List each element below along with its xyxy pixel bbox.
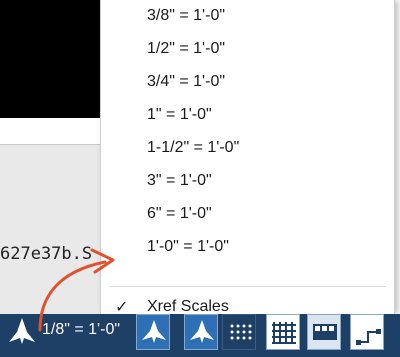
- menu-item-1-scale[interactable]: 1" = 1'-0": [101, 99, 394, 132]
- menu-item-label: 3/8" = 1'-0": [147, 7, 226, 24]
- menu-item-label: 1" = 1'-0": [147, 106, 212, 123]
- menu-item-label: 3/4" = 1'-0": [147, 73, 226, 90]
- corner-icon[interactable]: [350, 314, 384, 350]
- menu-item-1-1-2-scale[interactable]: 1-1/2" = 1'-0": [101, 132, 394, 165]
- auto-scale-icon[interactable]: [184, 314, 218, 350]
- menu-item-label: 6" = 1'-0": [147, 205, 212, 222]
- menu-item-label: 3" = 1'-0": [147, 172, 212, 189]
- grid-icon[interactable]: [266, 314, 300, 350]
- menu-item-label: 1'-0" = 1'-0": [147, 238, 229, 255]
- panel-strip: [0, 118, 100, 144]
- annotation-scale-icon[interactable]: [8, 316, 36, 346]
- menu-item-3-scale[interactable]: 3" = 1'-0": [101, 165, 394, 198]
- menu-item-1-0-scale[interactable]: 1'-0" = 1'-0": [101, 231, 394, 264]
- menu-separator: [109, 286, 386, 287]
- menu-item-3-4-scale[interactable]: 3/4" = 1'-0": [101, 66, 394, 99]
- annotation-visibility-icon[interactable]: [136, 314, 170, 350]
- menu-item-3-8-scale[interactable]: 3/8" = 1'-0": [101, 0, 394, 33]
- menu-item-label: 1/2" = 1'-0": [147, 40, 226, 57]
- annotation-scale-menu: 3/8" = 1'-0" 1/2" = 1'-0" 3/4" = 1'-0" 1…: [100, 0, 395, 316]
- menu-item-label: 1-1/2" = 1'-0": [147, 139, 240, 156]
- menu-item-6-scale[interactable]: 6" = 1'-0": [101, 198, 394, 231]
- grid-dots-icon[interactable]: [222, 314, 256, 350]
- menu-item-1-2-scale[interactable]: 1/2" = 1'-0": [101, 33, 394, 66]
- status-bar: 1/8" = 1'-0": [0, 314, 400, 357]
- drawing-canvas[interactable]: [0, 0, 100, 118]
- side-panel: [0, 144, 100, 315]
- toolbar-icon[interactable]: [307, 314, 341, 350]
- annotation-scale-readout[interactable]: 1/8" = 1'-0": [42, 321, 120, 339]
- filename-text: 627e37b.S: [0, 244, 93, 264]
